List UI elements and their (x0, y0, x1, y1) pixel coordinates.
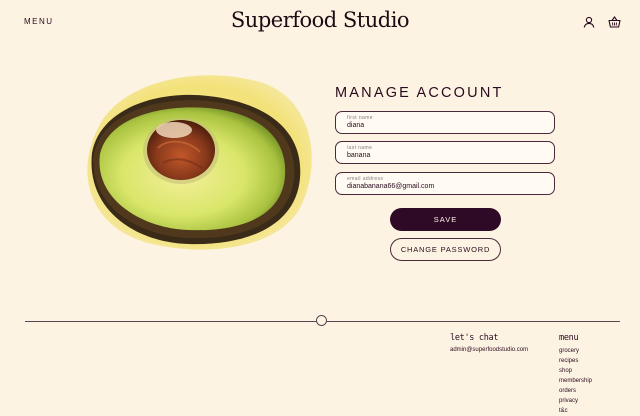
footer-menu-heading: menu (559, 333, 578, 343)
email-input[interactable] (347, 182, 543, 192)
contact-email-link[interactable]: admin@superfoodstudio.com (450, 347, 528, 353)
email-field[interactable]: email address (335, 172, 555, 195)
footer-link-orders[interactable]: orders (559, 386, 592, 396)
divider-knob-icon (316, 315, 327, 326)
chat-heading: let's chat (450, 333, 498, 343)
save-button[interactable]: SAVE (390, 208, 501, 231)
avocado-image (78, 68, 318, 253)
footer-link-membership[interactable]: membership (559, 376, 592, 386)
footer-link-recipes[interactable]: recipes (559, 356, 592, 366)
change-password-button[interactable]: CHANGE PASSWORD (390, 238, 501, 261)
page-title: MANAGE ACCOUNT (335, 85, 504, 101)
brand-logo[interactable]: Superfood Studio (231, 8, 409, 32)
basket-icon[interactable] (608, 16, 621, 28)
footer-link-grocery[interactable]: grocery (559, 346, 592, 356)
first-name-input[interactable] (347, 121, 543, 131)
last-name-input[interactable] (347, 151, 543, 161)
user-icon[interactable] (583, 16, 595, 28)
footer-link-privacy[interactable]: privacy (559, 396, 592, 406)
last-name-field[interactable]: last name (335, 141, 555, 164)
footer-link-shop[interactable]: shop (559, 366, 592, 376)
first-name-field[interactable]: first name (335, 111, 555, 134)
footer-menu-list: grocery recipes shop membership orders p… (559, 346, 592, 416)
footer-link-terms[interactable]: t&c (559, 406, 592, 416)
menu-button[interactable]: MENU (24, 17, 54, 26)
brand-logo-wrap: Superfood Studio (0, 8, 640, 32)
